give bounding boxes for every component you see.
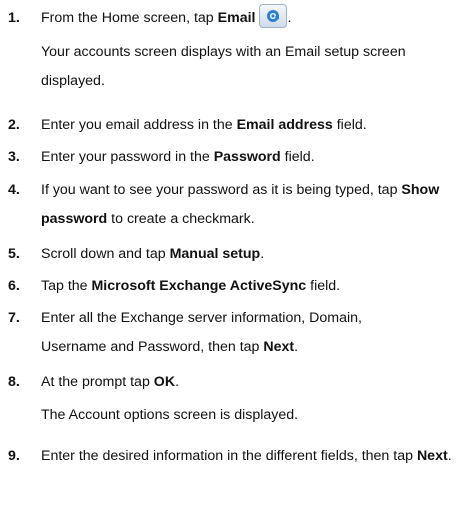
step-result: The Account options screen is displayed.	[41, 407, 299, 423]
step-text-pre: From the Home screen, tap	[41, 10, 218, 26]
step-text: Tap the Microsoft Exchange ActiveSync fi…	[41, 278, 341, 294]
step-text: Enter all the Exchange server informatio…	[41, 310, 362, 355]
step-number: 7.	[8, 310, 20, 326]
step-text: Scroll down and tap Manual setup.	[41, 246, 265, 262]
step-text: Enter you email address in the Email add…	[41, 117, 367, 133]
step-number: 9.	[8, 448, 20, 464]
step-text-post: .	[287, 10, 292, 26]
step-text: If you want to see your password as it i…	[41, 182, 440, 227]
step-number: 2.	[8, 117, 20, 133]
step-text: Enter your password in the Password fiel…	[41, 149, 315, 165]
step-number: 6.	[8, 278, 20, 294]
email-app-icon	[259, 4, 288, 29]
step-number: 3.	[8, 149, 20, 165]
step-text: At the prompt tap OK.	[41, 374, 180, 390]
step-number: 5.	[8, 246, 20, 262]
step-number: 8.	[8, 374, 20, 390]
instruction-page: 1. From the Home screen, tap Email. Your…	[0, 0, 472, 520]
step-text: From the Home screen, tap Email.	[41, 4, 466, 33]
step-number: 1.	[8, 10, 20, 26]
step-number: 4.	[8, 182, 20, 198]
step-text-bold: Email	[217, 10, 256, 26]
step-result: Your accounts screen displays with an Em…	[41, 44, 406, 89]
step-text: Enter the desired information in the dif…	[41, 448, 452, 464]
